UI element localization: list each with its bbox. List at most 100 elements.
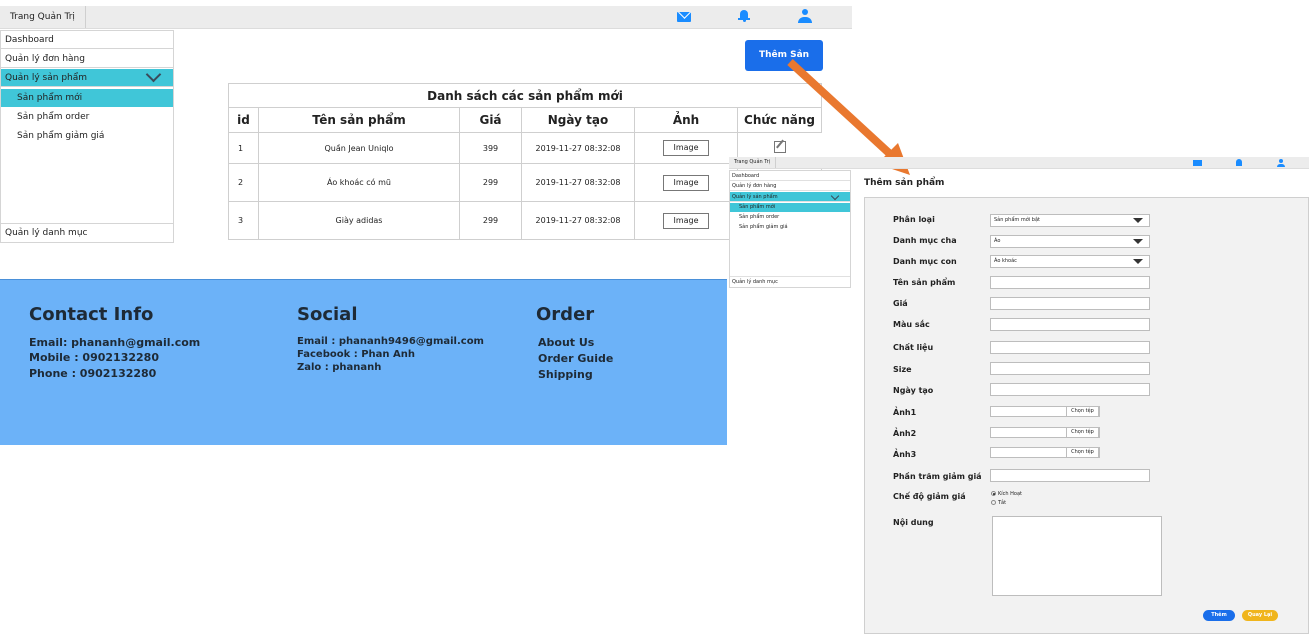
top-bar: Trang Quản Trị [0,6,852,29]
cell-id: 1 [228,132,259,164]
user-icon[interactable] [1277,159,1285,167]
discount-label: Phần trăm giảm giá [893,472,982,481]
radio-active[interactable]: Kích Hoạt [991,491,1022,498]
footer-link-order-guide[interactable]: Order Guide [538,352,613,365]
cell-id: 2 [228,163,259,202]
bell-icon[interactable] [1236,159,1242,166]
sidebar-subitem-order-products[interactable]: Sản phẩm order [1,108,89,126]
sidebar-item-dashboard[interactable]: Dashboard [1,31,173,49]
radio-dot[interactable] [991,491,996,496]
mini-sidebar-item-dashboard[interactable]: Dashboard [730,171,850,181]
discount-mode-label: Chế độ giảm giá [893,492,966,501]
radio-off-label: Tắt [998,500,1007,506]
cell-price: 299 [459,201,522,240]
name-input[interactable] [990,276,1150,289]
footer-link-shipping[interactable]: Shipping [538,368,593,381]
contact-phone: Phone : 0902132280 [29,367,157,380]
sidebar-subitem-sale-products[interactable]: Sản phẩm giảm giá [1,127,104,145]
choose-file-button[interactable]: Chọn tệp [1066,447,1099,458]
image2-file-input[interactable]: Chọn tệp [990,427,1100,438]
social-email[interactable]: Email : phananh9496@gmail.com [297,335,484,348]
contact-mobile: Mobile : 0902132280 [29,351,159,364]
child-category-label: Danh mục con [893,257,957,266]
social-facebook[interactable]: Facebook : Phan Anh [297,348,415,361]
mini-sidebar-subitem-sale[interactable]: Sản phẩm giảm giá [730,223,788,232]
bell-icon[interactable] [738,10,750,22]
column-header: Ảnh [634,107,738,133]
cell-image: Image [634,132,738,164]
cell-date: 2019-11-27 08:32:08 [521,201,635,240]
content-textarea[interactable] [992,516,1162,596]
material-input[interactable] [990,341,1150,354]
cell-date: 2019-11-27 08:32:08 [521,163,635,202]
column-header: Ngày tạo [521,107,635,133]
edit-icon[interactable] [773,141,786,153]
mail-icon[interactable] [677,12,691,22]
sidebar: Dashboard Quản lý đơn hàng Quản lý sản p… [0,30,174,243]
mini-app-title[interactable]: Trang Quản Trị [729,157,777,168]
mini-sidebar-item-categories[interactable]: Quản lý danh mục [730,276,850,286]
image1-label: Ảnh1 [893,408,917,417]
radio-off[interactable]: Tắt [991,500,1006,507]
cell-image: Image [634,201,738,240]
table-caption: Danh sách các sản phẩm mới [228,83,822,108]
radio-dot[interactable] [991,500,996,505]
sidebar-subitem-new-products[interactable]: Sản phẩm mới [1,89,173,107]
color-input[interactable] [990,318,1150,331]
price-input[interactable] [990,297,1150,310]
back-button[interactable]: Quay Lại [1242,610,1278,621]
social-zalo[interactable]: Zalo : phananh [297,361,381,374]
column-header: Giá [459,107,522,133]
mini-top-bar: Trang Quản Trị [729,157,1309,169]
cell-name: Áo khoác có mũ [258,163,460,202]
cell-image: Image [634,163,738,202]
cell-price: 299 [459,163,522,202]
image1-file-input[interactable]: Chọn tệp [990,406,1100,417]
cell-price: 399 [459,132,522,164]
parent-category-label: Danh mục cha [893,236,957,245]
social-heading: Social [297,304,358,325]
mini-sidebar: Dashboard Quản lý đơn hàng Quản lý sản p… [729,170,851,288]
parent-category-select[interactable]: Áo [990,235,1150,248]
cell-name: Quần Jean Uniqlo [258,132,460,164]
date-input[interactable] [990,383,1150,396]
child-category-select[interactable]: Áo khoác [990,255,1150,268]
form-title: Thêm sản phẩm [864,178,945,188]
image-placeholder-icon[interactable]: Image [663,174,709,191]
choose-file-button[interactable]: Chọn tệp [1066,427,1099,438]
image-placeholder-icon[interactable]: Image [663,212,709,229]
image3-label: Ảnh3 [893,450,917,459]
mini-sidebar-subitem-order[interactable]: Sản phẩm order [730,213,779,222]
contact-heading: Contact Info [29,304,154,325]
image3-file-input[interactable]: Chọn tệp [990,447,1100,458]
type-label: Phân loại [893,215,935,224]
date-label: Ngày tạo [893,386,934,395]
user-icon[interactable] [798,9,812,23]
radio-active-label: Kích Hoạt [998,491,1023,497]
size-label: Size [893,365,912,374]
cell-name: Giày adidas [258,201,460,240]
mini-sidebar-subitem-new[interactable]: Sản phẩm mới [730,203,850,212]
column-header: Tên sản phẩm [258,107,460,133]
size-input[interactable] [990,362,1150,375]
footer-link-about[interactable]: About Us [538,336,594,349]
name-label: Tên sản phẩm [893,278,956,287]
price-label: Giá [893,299,908,308]
mini-sidebar-item-orders[interactable]: Quản lý đơn hàng [730,181,850,191]
type-select[interactable]: Sản phẩm mới bật [990,214,1150,227]
image2-label: Ảnh2 [893,429,917,438]
sidebar-item-label: Quản lý sản phẩm [5,73,88,83]
add-product-button[interactable]: Thêm Sản Phẩm [745,40,823,91]
app-title[interactable]: Trang Quản Trị [0,6,86,28]
choose-file-button[interactable]: Chọn tệp [1066,406,1099,417]
color-label: Màu sắc [893,320,930,329]
sidebar-item-categories[interactable]: Quản lý danh mục [1,223,173,241]
discount-input[interactable] [990,469,1150,482]
mail-icon[interactable] [1193,160,1202,166]
sidebar-item-orders[interactable]: Quản lý đơn hàng [1,50,173,68]
cell-date: 2019-11-27 08:32:08 [521,132,635,164]
image-placeholder-icon[interactable]: Image [663,140,709,156]
material-label: Chất liệu [893,343,934,352]
submit-button[interactable]: Thêm [1203,610,1235,621]
contact-email: Email: phananh@gmail.com [29,336,201,349]
